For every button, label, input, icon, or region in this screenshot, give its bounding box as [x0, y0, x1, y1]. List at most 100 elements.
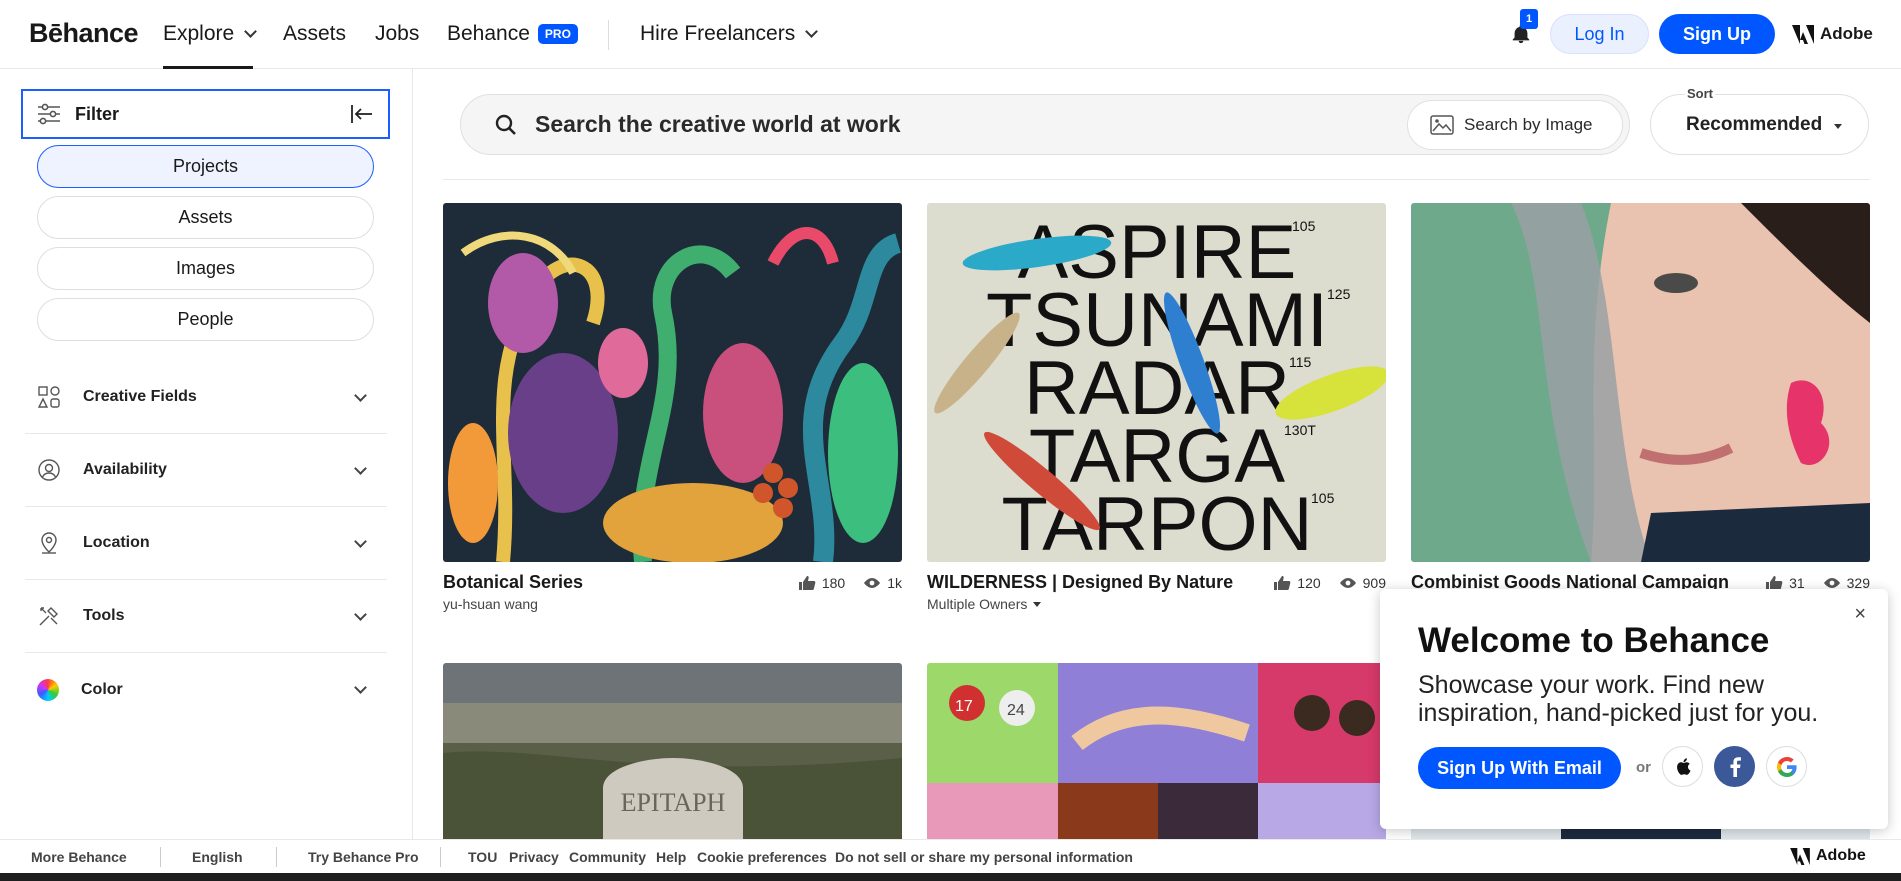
- footer: More Behance English Try Behance Pro TOU…: [0, 839, 1901, 873]
- notification-badge: 1: [1520, 9, 1538, 29]
- sports-illustration-artwork: 17 24: [927, 663, 1386, 841]
- project-thumbnail[interactable]: 17 24: [927, 663, 1386, 841]
- accordion-tools[interactable]: Tools: [25, 580, 387, 653]
- adobe-logo-icon: [1792, 24, 1814, 44]
- facebook-signin-button[interactable]: [1714, 746, 1755, 787]
- sort-dropdown[interactable]: Recommended: [1650, 94, 1869, 155]
- eye-icon: [1339, 578, 1356, 588]
- behance-logo[interactable]: Bēhance: [29, 18, 139, 49]
- project-title[interactable]: WILDERNESS | Designed By Nature: [927, 572, 1233, 593]
- nav-explore[interactable]: Explore: [163, 22, 258, 46]
- login-button[interactable]: Log In: [1550, 14, 1649, 54]
- search-by-image-button[interactable]: Search by Image: [1407, 100, 1623, 150]
- close-icon[interactable]: ×: [1854, 603, 1866, 626]
- filter-header[interactable]: Filter: [21, 89, 390, 139]
- footer-separator: [160, 847, 161, 867]
- footer-adobe-label: Adobe: [1816, 847, 1866, 864]
- footer-more-behance[interactable]: More Behance: [31, 849, 127, 865]
- welcome-body: Showcase your work. Find new inspiration…: [1418, 671, 1819, 727]
- pro-badge: PRO: [537, 24, 578, 44]
- nav-assets[interactable]: Assets: [283, 22, 346, 46]
- chevron-down-icon: [354, 535, 367, 548]
- shapes-icon: [37, 386, 60, 408]
- top-navigation: Bēhance Explore Assets Jobs Behance PRO …: [0, 0, 1901, 69]
- nav-hire-label: Hire Freelancers: [640, 22, 796, 45]
- accordion-label: Color: [81, 680, 123, 698]
- nav-hire-freelancers[interactable]: Hire Freelancers: [640, 22, 819, 46]
- accordion-location[interactable]: Location: [25, 507, 387, 580]
- tab-projects[interactable]: Projects: [37, 145, 374, 188]
- signup-button[interactable]: Sign Up: [1659, 14, 1775, 54]
- google-icon: [1776, 756, 1797, 777]
- wilderness-artwork: ASPIRE TSUNAMI RADAR TARGA TARPON 105 12…: [927, 203, 1386, 562]
- project-owner[interactable]: yu-hsuan wang: [443, 596, 538, 612]
- art-number: 105: [1311, 490, 1335, 506]
- botanical-artwork: [443, 203, 902, 562]
- accordion-label: Location: [83, 534, 150, 551]
- chevron-down-icon: [354, 608, 367, 621]
- jersey-number: 17: [955, 698, 973, 715]
- footer-try-pro[interactable]: Try Behance Pro: [308, 849, 419, 865]
- bottom-bar: [0, 873, 1901, 881]
- project-thumbnail[interactable]: [1411, 203, 1870, 562]
- epitaph-text: EPITAPH: [621, 788, 726, 817]
- footer-link-cookie-preferences[interactable]: Cookie preferences: [697, 849, 827, 865]
- footer-link-community[interactable]: Community: [569, 849, 646, 865]
- project-thumbnail[interactable]: EPITAPH: [443, 663, 902, 841]
- footer-link-privacy[interactable]: Privacy: [509, 849, 559, 865]
- tab-images[interactable]: Images: [37, 247, 374, 290]
- google-signin-button[interactable]: [1766, 746, 1807, 787]
- footer-link-tou[interactable]: TOU: [468, 849, 497, 865]
- project-card[interactable]: ASPIRE TSUNAMI RADAR TARGA TARPON 105 12…: [927, 203, 1386, 622]
- adobe-link[interactable]: Adobe: [1792, 24, 1873, 44]
- project-title[interactable]: Botanical Series: [443, 572, 583, 593]
- accordion-color[interactable]: Color: [25, 653, 387, 726]
- accordion-availability[interactable]: Availability: [25, 434, 387, 507]
- image-icon: [1430, 115, 1454, 135]
- project-stats: 120 909: [1273, 575, 1386, 591]
- art-number: 125: [1327, 286, 1351, 302]
- portrait-artwork: [1411, 203, 1870, 562]
- tools-icon: [39, 607, 58, 626]
- filter-sliders-icon: [38, 103, 60, 125]
- search-bar[interactable]: Search the creative world at work Search…: [460, 94, 1630, 155]
- facebook-icon: [1730, 756, 1741, 777]
- chevron-down-icon: [244, 24, 258, 38]
- epitaph-artwork: EPITAPH: [443, 663, 902, 841]
- project-thumbnail[interactable]: [443, 203, 902, 562]
- project-owners-dropdown[interactable]: Multiple Owners: [927, 596, 1042, 612]
- project-meta: WILDERNESS | Designed By Nature Multiple…: [927, 562, 1386, 622]
- tab-assets[interactable]: Assets: [37, 196, 374, 239]
- tab-people[interactable]: People: [37, 298, 374, 341]
- search-input[interactable]: Search the creative world at work: [535, 111, 901, 138]
- signup-with-email-button[interactable]: Sign Up With Email: [1418, 747, 1621, 789]
- sort-label: Sort: [1685, 86, 1715, 101]
- project-thumbnail[interactable]: ASPIRE TSUNAMI RADAR TARGA TARPON 105 12…: [927, 203, 1386, 562]
- sort-value: Recommended: [1686, 113, 1823, 135]
- location-pin-icon: [41, 532, 57, 554]
- accordion-creative-fields[interactable]: Creative Fields: [25, 361, 387, 434]
- project-card[interactable]: Combinist Goods National Campaign 31 329: [1411, 203, 1870, 622]
- footer-separator: [440, 847, 441, 867]
- color-wheel-icon: [37, 678, 59, 701]
- views-count: 1k: [887, 575, 902, 591]
- footer-adobe-link[interactable]: Adobe: [1790, 847, 1866, 865]
- nav-divider: [608, 20, 609, 50]
- chevron-down-icon: [354, 389, 367, 402]
- welcome-title: Welcome to Behance: [1418, 621, 1770, 660]
- nav-behance-pro[interactable]: Behance PRO: [447, 22, 578, 46]
- footer-link-help[interactable]: Help: [656, 849, 686, 865]
- project-stats: 180 1k: [798, 575, 902, 591]
- eye-icon: [864, 578, 881, 588]
- collapse-sidebar-icon[interactable]: [350, 103, 374, 125]
- accordion-label: Creative Fields: [83, 388, 197, 405]
- project-card[interactable]: Botanical Series yu-hsuan wang 180 1k: [443, 203, 902, 622]
- search-icon: [495, 114, 516, 135]
- apple-signin-button[interactable]: [1662, 746, 1703, 787]
- divider: [443, 179, 1870, 180]
- nav-jobs[interactable]: Jobs: [375, 22, 419, 46]
- project-meta: Botanical Series yu-hsuan wang 180 1k: [443, 562, 902, 622]
- welcome-dialog: × Welcome to Behance Showcase your work.…: [1380, 589, 1888, 829]
- footer-link-do-not-sell[interactable]: Do not sell or share my personal informa…: [835, 849, 1133, 865]
- footer-language[interactable]: English: [192, 849, 243, 865]
